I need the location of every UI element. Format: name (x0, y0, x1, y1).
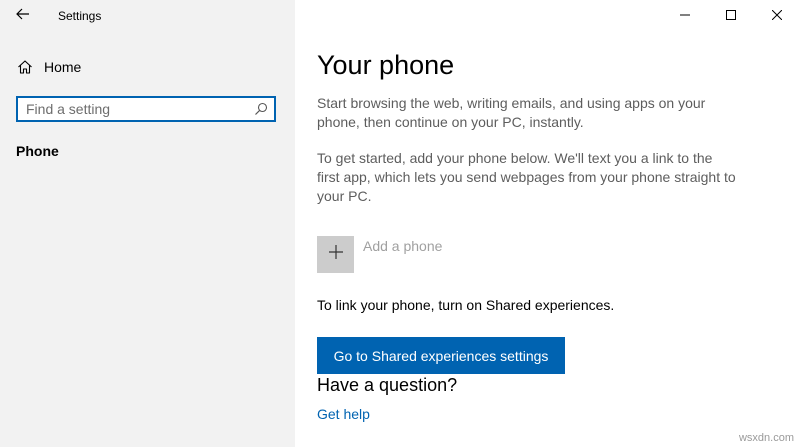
page-title: Your phone (317, 50, 455, 80)
app-title: Settings (58, 8, 102, 23)
minimize-icon (680, 7, 690, 25)
plus-icon (328, 244, 344, 265)
maximize-button[interactable] (708, 0, 754, 31)
sidebar: Settings Home Phone (0, 0, 295, 447)
get-help-link[interactable]: Get help (317, 406, 370, 422)
add-phone-tile (317, 236, 354, 273)
settings-window: Settings Home Phone (0, 0, 800, 447)
close-icon (771, 7, 783, 25)
maximize-icon (726, 7, 736, 25)
question-heading: Have a question? (317, 375, 458, 395)
instructions-text: To get started, add your phone below. We… (317, 150, 736, 204)
add-phone-button[interactable]: Add a phone (317, 236, 442, 273)
add-phone-label: Add a phone (363, 238, 443, 254)
window-controls (662, 0, 800, 31)
minimize-button[interactable] (662, 0, 708, 31)
watermark: wsxdn.com (738, 432, 794, 444)
sidebar-item-home-label: Home (44, 59, 82, 75)
back-arrow-icon (16, 7, 30, 25)
titlebar-left: Settings (0, 0, 295, 31)
description-text: Start browsing the web, writing emails, … (317, 95, 706, 130)
search-input[interactable] (18, 99, 250, 119)
close-button[interactable] (754, 0, 800, 31)
link-phone-text: To link your phone, turn on Shared exper… (317, 297, 615, 313)
sidebar-item-home[interactable]: Home (0, 52, 295, 82)
home-icon (16, 58, 34, 76)
search-box[interactable] (16, 96, 276, 122)
shared-experiences-button[interactable]: Go to Shared experiences settings (317, 337, 565, 374)
sidebar-item-phone[interactable]: Phone (16, 143, 59, 159)
back-button[interactable] (0, 0, 46, 31)
search-icon[interactable] (250, 98, 272, 120)
